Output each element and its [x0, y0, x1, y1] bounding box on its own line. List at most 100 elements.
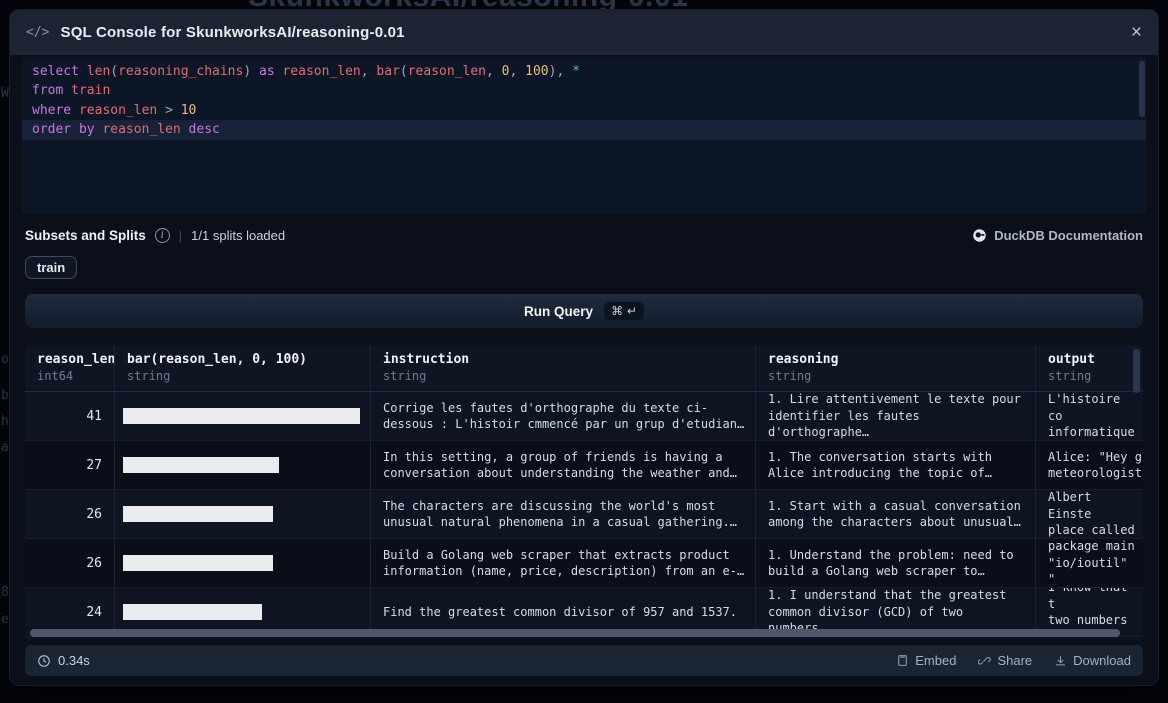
background-fragment: a	[1, 440, 9, 455]
cell-reasoning: 1. The conversation starts with Alice in…	[756, 441, 1036, 489]
run-query-label: Run Query	[524, 304, 593, 319]
embed-label: Embed	[915, 653, 956, 668]
cell-output: Albert Einste place called	[1036, 490, 1143, 538]
code-token: ,	[510, 64, 526, 79]
table-horizontal-scrollbar[interactable]	[30, 629, 1120, 637]
share-button[interactable]: Share	[978, 653, 1032, 668]
code-token: select	[32, 64, 87, 79]
code-icon: </>	[26, 25, 49, 40]
code-token: where	[32, 103, 79, 118]
background-fragment: o	[1, 352, 9, 367]
background-fragment: e	[1, 612, 9, 627]
cell-reason-len: 26	[25, 539, 115, 587]
embed-icon	[896, 654, 909, 667]
cell-bar	[115, 441, 371, 489]
cell-reason-len: 41	[25, 392, 115, 440]
code-token: bar	[376, 64, 399, 79]
results-table: reason_len int64 bar(reason_len, 0, 100) st…	[25, 345, 1143, 640]
splits-loaded-status: 1/1 splits loaded	[191, 228, 285, 243]
sql-console-modal: </> SQL Console for SkunkworksAI/reasoni…	[10, 10, 1158, 685]
background-fragment: 8	[1, 585, 9, 600]
sql-editor[interactable]: select len(reasoning_chains) as reason_l…	[22, 57, 1146, 213]
code-token: train	[71, 83, 110, 98]
bar-graphic	[123, 555, 273, 571]
bar-graphic	[123, 506, 273, 522]
query-footer: 0.34s Embed Share Down	[25, 645, 1143, 676]
table-row: 26 The characters are discussing the worl…	[25, 490, 1143, 539]
download-icon	[1054, 654, 1067, 667]
sql-code: select len(reasoning_chains) as reason_l…	[22, 62, 1146, 140]
code-line: where reason_len > 10	[22, 101, 1146, 120]
modal-titlebar: </> SQL Console for SkunkworksAI/reasoni…	[10, 10, 1158, 55]
table-row: 41 Corrige les fautes d'orthographe du te…	[25, 392, 1143, 441]
cell-instruction: In this setting, a group of friends is h…	[371, 441, 756, 489]
cell-reasoning: 1. Start with a casual conversation amon…	[756, 490, 1036, 538]
bar-graphic	[123, 408, 360, 424]
code-token: 10	[181, 103, 197, 118]
download-button[interactable]: Download	[1054, 653, 1131, 668]
code-line: order by reason_len desc	[22, 120, 1146, 139]
column-name: instruction	[383, 352, 743, 367]
cell-reason-len: 26	[25, 490, 115, 538]
code-token: as	[259, 64, 282, 79]
column-type: int64	[37, 369, 102, 383]
code-token: from	[32, 83, 71, 98]
code-line: select len(reasoning_chains) as reason_l…	[22, 62, 1146, 81]
cell-reasoning: 1. Lire attentivement le texte pour iden…	[756, 392, 1036, 440]
embed-button[interactable]: Embed	[896, 653, 956, 668]
column-type: string	[768, 369, 1023, 383]
code-token: order by	[32, 122, 102, 137]
code-token: reason_len	[282, 64, 360, 79]
cell-instruction: The characters are discussing the world'…	[371, 490, 756, 538]
background-fragment: b	[1, 388, 9, 403]
keyboard-shortcut-badge: ⌘ ↵	[604, 302, 644, 320]
close-icon[interactable]: ×	[1131, 23, 1142, 42]
code-line: from train	[22, 81, 1146, 100]
duckdb-documentation-link[interactable]: DuckDB Documentation	[972, 228, 1143, 243]
code-token: reason_len	[102, 122, 180, 137]
code-token: (	[400, 64, 408, 79]
column-name: reasoning	[768, 352, 1023, 367]
code-token: 100	[525, 64, 548, 79]
column-name: bar(reason_len, 0, 100)	[127, 352, 358, 367]
cell-bar	[115, 539, 371, 587]
code-token: reasoning_chains	[118, 64, 243, 79]
divider: |	[179, 228, 182, 243]
table-vertical-scrollbar[interactable]	[1133, 349, 1140, 393]
table-header: reason_len int64 bar(reason_len, 0, 100) st…	[25, 345, 1143, 392]
clock-icon	[37, 654, 51, 668]
column-type: string	[127, 369, 358, 383]
run-query-button[interactable]: Run Query ⌘ ↵	[25, 294, 1143, 328]
column-header-reason-len[interactable]: reason_len int64	[25, 345, 115, 391]
code-token: 0	[502, 64, 510, 79]
duckdb-documentation-label: DuckDB Documentation	[994, 228, 1143, 243]
cell-reason-len: 27	[25, 441, 115, 489]
info-icon[interactable]: i	[155, 228, 170, 243]
column-header-bar-reason-len-0-100-[interactable]: bar(reason_len, 0, 100) string	[115, 345, 371, 391]
table-body: 41 Corrige les fautes d'orthographe du te…	[25, 392, 1143, 637]
background-fragment: W	[1, 86, 9, 101]
duckdb-logo-icon	[972, 228, 987, 243]
editor-scrollbar[interactable]	[1139, 61, 1145, 117]
code-token: >	[157, 103, 180, 118]
column-name: reason_len	[37, 352, 102, 367]
code-token: reason_len	[79, 103, 157, 118]
bar-graphic	[123, 457, 279, 473]
column-header-reasoning[interactable]: reasoning string	[756, 345, 1036, 391]
column-header-output[interactable]: outputstring	[1036, 345, 1143, 391]
background-fragment: h	[1, 414, 9, 429]
link-icon	[978, 654, 991, 667]
column-header-instruction[interactable]: instructionstring	[371, 345, 756, 391]
code-token: )	[243, 64, 259, 79]
modal-title: SQL Console for SkunkworksAI/reasoning-0…	[60, 24, 404, 41]
code-token: reason_len	[408, 64, 486, 79]
code-token: ,	[486, 64, 502, 79]
cell-bar	[115, 392, 371, 440]
cell-instruction: Corrige les fautes d'orthographe du text…	[371, 392, 756, 440]
code-token: ),	[549, 64, 572, 79]
bar-graphic	[123, 604, 262, 620]
split-chip-train[interactable]: train	[25, 256, 77, 279]
cell-reasoning: 1. Understand the problem: need to build…	[756, 539, 1036, 587]
footer-actions: Embed Share Download	[896, 653, 1131, 668]
cell-bar	[115, 490, 371, 538]
